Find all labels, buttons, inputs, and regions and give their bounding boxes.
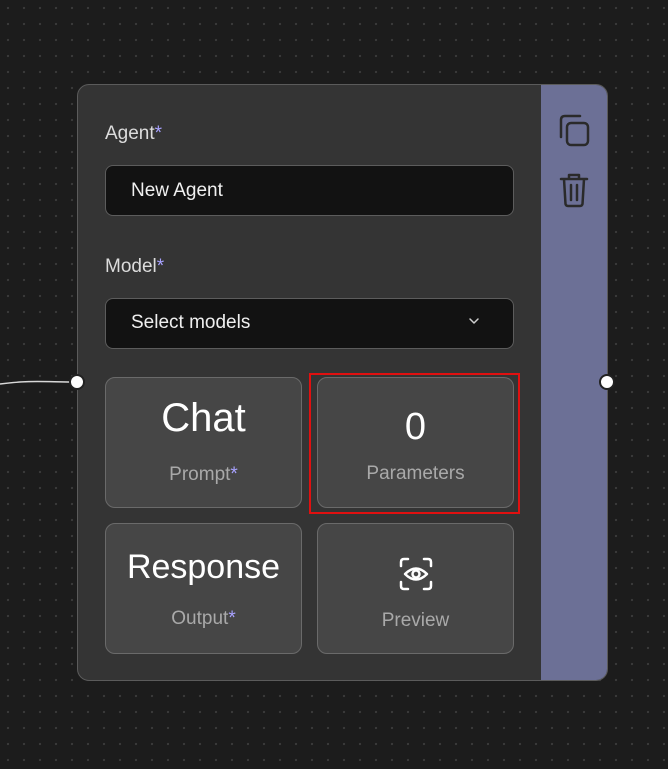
input-handle[interactable] xyxy=(69,374,85,390)
prompt-tile[interactable]: Chat Prompt* xyxy=(105,377,302,508)
agent-label-text: Agent xyxy=(105,123,155,144)
required-marker: * xyxy=(230,464,238,485)
prompt-tile-title: Chat xyxy=(161,396,246,440)
output-label-text: Output xyxy=(171,608,229,629)
node-side-rail xyxy=(541,85,607,680)
parameters-tile[interactable]: 0 Parameters xyxy=(317,377,514,508)
required-marker: * xyxy=(228,608,236,629)
agent-label: Agent* xyxy=(105,123,162,145)
parameters-count: 0 xyxy=(404,406,427,448)
agent-node[interactable]: Agent* Model* Select models Chat Prompt*… xyxy=(77,84,608,681)
preview-tile-label: Preview xyxy=(381,610,450,631)
output-tile[interactable]: Response Output* xyxy=(105,523,302,654)
parameters-tile-label: Parameters xyxy=(366,463,465,484)
output-tile-label: Output* xyxy=(106,608,301,630)
required-marker: * xyxy=(154,123,163,144)
required-marker: * xyxy=(156,256,165,277)
copy-icon[interactable] xyxy=(553,111,595,153)
chevron-down-icon xyxy=(469,318,479,324)
model-select[interactable]: Select models xyxy=(105,298,514,349)
node-body: Agent* Model* Select models Chat Prompt*… xyxy=(78,85,543,680)
output-tile-title: Response xyxy=(126,548,281,586)
model-label-text: Model xyxy=(105,256,157,277)
eye-scan-icon xyxy=(399,557,433,591)
model-label: Model* xyxy=(105,256,164,278)
output-handle[interactable] xyxy=(599,374,615,390)
model-select-value: Select models xyxy=(131,312,251,333)
preview-tile[interactable]: Preview xyxy=(317,523,514,654)
prompt-tile-label: Prompt* xyxy=(106,464,301,486)
prompt-label-text: Prompt xyxy=(169,464,231,485)
agent-name-input[interactable] xyxy=(105,165,514,216)
trash-icon[interactable] xyxy=(553,169,595,211)
